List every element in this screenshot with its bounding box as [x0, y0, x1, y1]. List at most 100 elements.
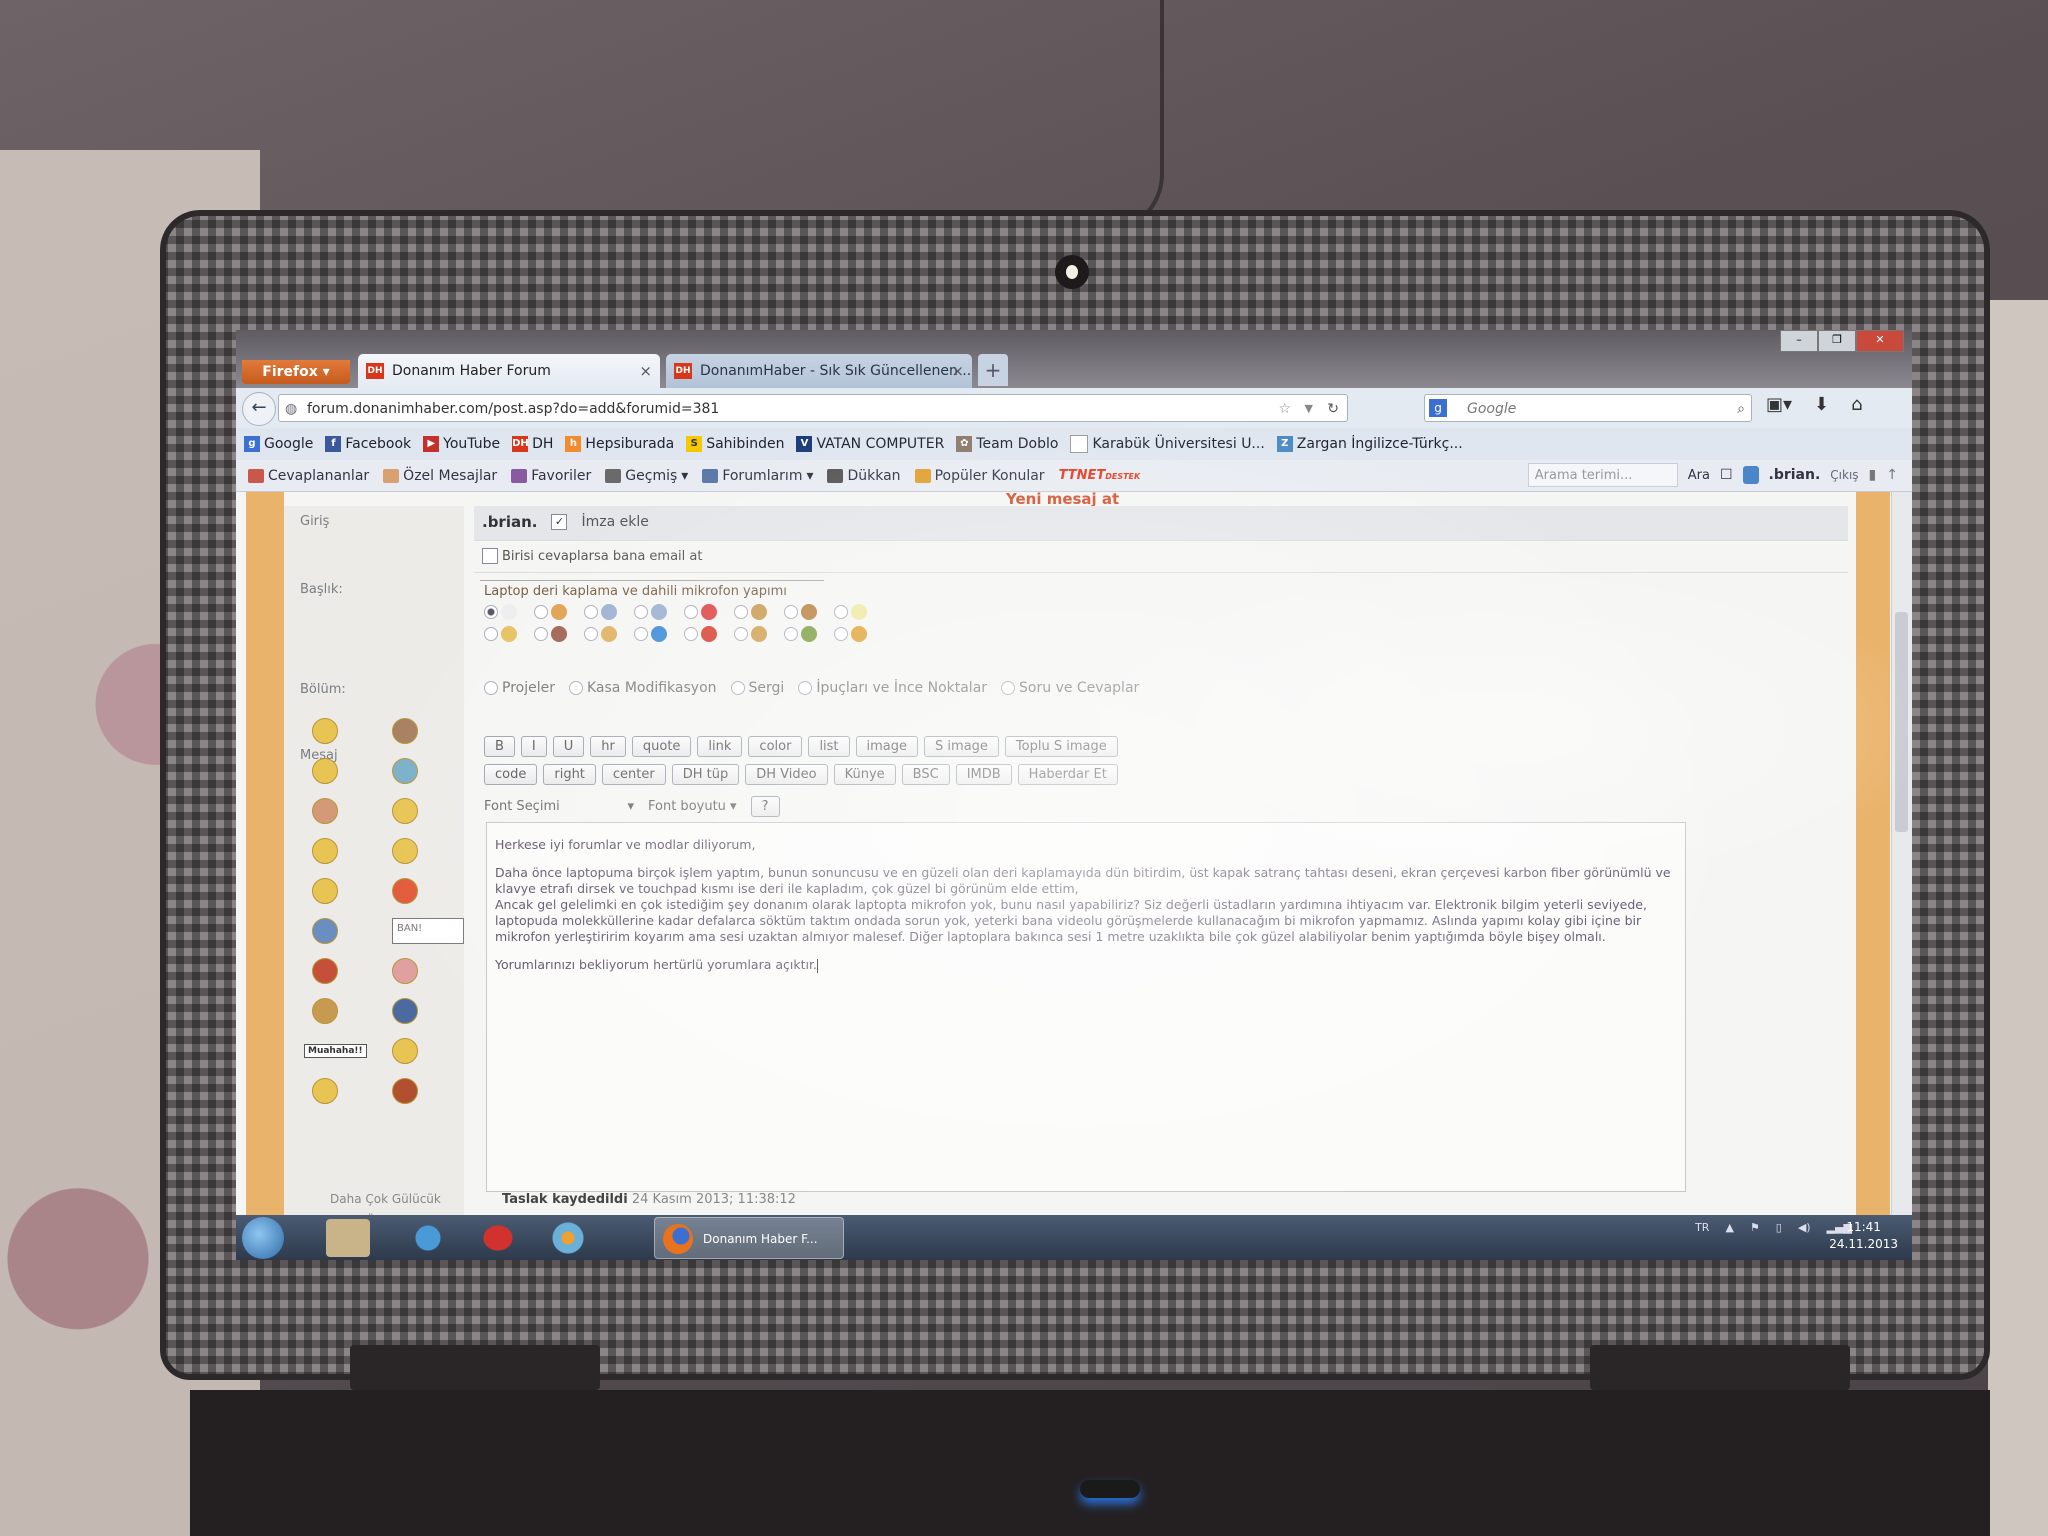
user-avatar-icon[interactable]: [1742, 466, 1759, 484]
post-icon-radio[interactable]: [584, 605, 598, 619]
smiley-icon[interactable]: [392, 798, 418, 824]
forum-nav-pop-ler-konular[interactable]: Popüler Konular: [914, 468, 1045, 484]
smiley-icon[interactable]: [392, 878, 418, 904]
bookmark-vatan-computer[interactable]: V VATAN COMPUTER: [796, 436, 944, 452]
message-textarea[interactable]: Herkese iyi forumlar ve modlar diliyorum…: [486, 822, 1686, 1192]
section-option[interactable]: Kasa Modifikasyon: [568, 680, 717, 696]
smiley-icon[interactable]: [392, 958, 418, 984]
forum-search-input[interactable]: Arama terimi...: [1527, 463, 1678, 487]
smiley-icon[interactable]: [312, 718, 338, 744]
section-option[interactable]: Projeler: [484, 680, 555, 696]
action-center-icon[interactable]: ⚑: [1750, 1221, 1760, 1234]
format-button-code[interactable]: code: [484, 764, 538, 785]
section-option[interactable]: İpuçları ve İnce Noktalar: [798, 680, 987, 696]
bookmark-karab-k-niversitesi-u[interactable]: Karabük Üniversitesi U...: [1070, 435, 1265, 453]
media-player-icon[interactable]: [546, 1219, 590, 1257]
post-icon-option[interactable]: [534, 604, 584, 620]
post-icon-option[interactable]: [734, 626, 784, 642]
post-icon-radio[interactable]: [484, 627, 498, 641]
post-icon-radio[interactable]: [684, 605, 698, 619]
post-icon-radio[interactable]: [484, 605, 498, 619]
smiley-icon[interactable]: [392, 1078, 418, 1104]
volume-icon[interactable]: ◀): [1798, 1221, 1811, 1234]
format-button-imdb[interactable]: IMDB: [955, 764, 1012, 785]
scrollbar-thumb[interactable]: [1895, 612, 1908, 832]
section-radio[interactable]: [798, 681, 813, 695]
post-icon-option[interactable]: [584, 604, 634, 620]
new-tab-button[interactable]: +: [978, 354, 1008, 386]
post-icon-option[interactable]: [684, 604, 734, 620]
bookmark-google[interactable]: g Google: [244, 436, 313, 452]
help-button[interactable]: ?: [750, 796, 780, 817]
tab-donanimhaber-home[interactable]: DH DonanımHaber - Sık Sık Güncellenen ..…: [666, 354, 972, 388]
post-icon-radio[interactable]: [584, 627, 598, 641]
post-icon-option[interactable]: [734, 604, 784, 620]
post-icon-option[interactable]: [534, 626, 584, 642]
google-search-engine-icon[interactable]: g: [1429, 399, 1447, 417]
language-indicator[interactable]: TR: [1695, 1221, 1709, 1234]
format-button-i[interactable]: I: [520, 736, 547, 757]
bookmark-hepsiburada[interactable]: h Hepsiburada: [565, 436, 674, 452]
bookmark-dh[interactable]: DH DH: [512, 436, 553, 452]
scroll-top-icon[interactable]: ↑: [1886, 467, 1898, 483]
format-button-center[interactable]: center: [601, 764, 666, 785]
format-button-image[interactable]: image: [855, 736, 919, 757]
post-icon-radio[interactable]: [834, 605, 848, 619]
post-icon-option[interactable]: [634, 604, 684, 620]
ttnet-destek-logo[interactable]: TTNETDESTEK: [1059, 468, 1141, 483]
search-icon[interactable]: ⌕: [1737, 395, 1745, 423]
signature-checkbox[interactable]: ✓: [551, 514, 568, 530]
bookmark-zargan-i-ngilizce-t-rk[interactable]: Z Zargan İngilizce-Türkç...: [1276, 436, 1463, 452]
format-button-toplu-s-image[interactable]: Toplu S image: [1004, 736, 1118, 757]
post-icon-option[interactable]: [834, 626, 884, 642]
email-notify-checkbox[interactable]: [482, 548, 498, 564]
dropdown-arrow-icon[interactable]: ▾: [806, 468, 813, 484]
bookmark-facebook[interactable]: f Facebook: [325, 436, 411, 452]
maximize-button[interactable]: ❐: [1818, 330, 1856, 352]
internet-explorer-icon[interactable]: [406, 1219, 450, 1257]
section-radio[interactable]: [730, 681, 745, 695]
tab-donanim-haber-forum[interactable]: DH Donanım Haber Forum ×: [358, 354, 660, 388]
format-button-b[interactable]: B: [484, 736, 515, 757]
dropdown-arrow-icon[interactable]: ▾: [681, 468, 688, 484]
mic-icon[interactable]: ▮: [1869, 467, 1877, 483]
post-icon-option[interactable]: [634, 626, 684, 642]
format-button-bsc[interactable]: BSC: [901, 764, 950, 785]
close-tab-icon[interactable]: ×: [951, 354, 964, 388]
forum-nav-cevaplananlar[interactable]: Cevaplananlar: [248, 468, 369, 484]
back-button[interactable]: ←: [242, 392, 276, 426]
format-button-haberdar-et[interactable]: Haberdar Et: [1017, 764, 1118, 785]
post-icon-option[interactable]: [784, 604, 834, 620]
post-icon-option[interactable]: [834, 604, 884, 620]
post-icon-option[interactable]: [484, 604, 534, 620]
smiley-icon[interactable]: [312, 878, 338, 904]
power-icon[interactable]: ▯: [1776, 1221, 1782, 1234]
format-button-dh-video[interactable]: DH Video: [745, 764, 828, 785]
bookmark-star-icon[interactable]: ☆: [1278, 395, 1291, 423]
taskbar-firefox-window[interactable]: Donanım Haber F...: [654, 1217, 844, 1259]
notification-icon[interactable]: ☐: [1720, 467, 1733, 483]
smiley-icon[interactable]: [312, 998, 338, 1024]
format-button-künye[interactable]: Künye: [833, 764, 896, 785]
format-button-link[interactable]: link: [697, 736, 743, 757]
logout-link[interactable]: Çıkış: [1830, 468, 1858, 482]
post-icon-radio[interactable]: [684, 627, 698, 641]
post-icon-radio[interactable]: [534, 605, 548, 619]
smiley-icon[interactable]: [312, 758, 338, 784]
forum-nav-d-kkan[interactable]: Dükkan: [827, 468, 901, 484]
smiley-icon[interactable]: [312, 1078, 338, 1104]
format-button-dh-tüp[interactable]: DH tüp: [671, 764, 740, 785]
post-icon-radio[interactable]: [734, 605, 748, 619]
font-select[interactable]: Font Seçimi ▾: [484, 799, 634, 814]
smiley-icon[interactable]: [392, 1038, 418, 1064]
smiley-icon[interactable]: [312, 798, 338, 824]
bookmark-youtube[interactable]: ▶ YouTube: [423, 436, 500, 452]
firefox-menu-button[interactable]: Firefox ▾: [242, 360, 350, 384]
page-scrollbar[interactable]: [1891, 492, 1912, 1215]
reload-icon[interactable]: ↻: [1327, 395, 1339, 423]
opera-icon[interactable]: [476, 1219, 520, 1257]
smiley-icon[interactable]: [312, 838, 338, 864]
smiley-icon[interactable]: [312, 918, 338, 944]
forum-nav-ge-mi-[interactable]: Geçmiş ▾: [605, 468, 688, 484]
downloads-icon[interactable]: ⬇: [1814, 394, 1829, 415]
